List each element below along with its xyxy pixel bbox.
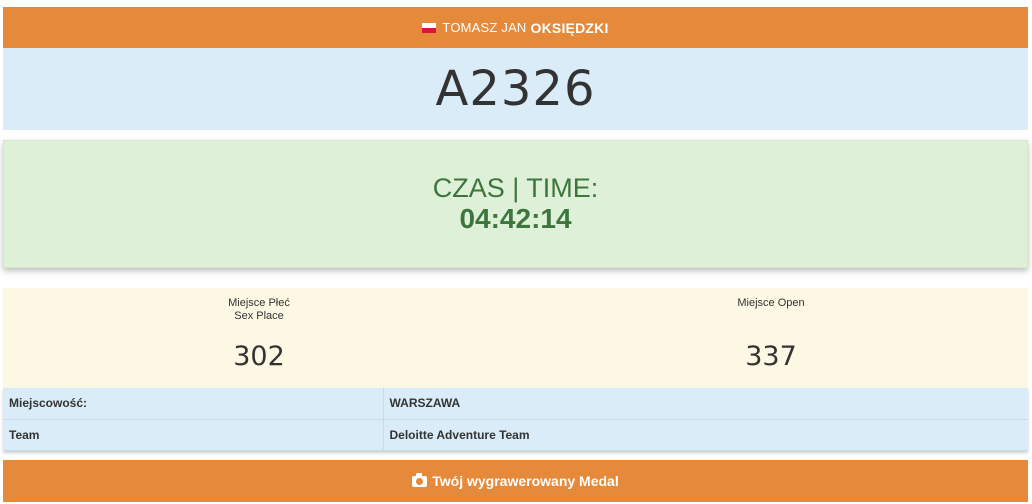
table-row: Miejscowość: WARSZAWA — [3, 388, 1028, 420]
open-place-label-text: Miejsce Open — [737, 297, 805, 309]
city-label: Miejscowość: — [3, 388, 384, 420]
camera-icon — [412, 472, 428, 487]
sex-place-label-pl: Miejsce Płeć — [228, 297, 290, 309]
time-label: CZAS | TIME: — [432, 173, 599, 203]
sex-place: Miejsce Płeć Sex Place 302 — [3, 288, 515, 372]
medal-button-label: Twój wygrawerowany Medal — [432, 473, 619, 489]
team-label: Team — [3, 419, 384, 451]
athlete-name-header: TOMASZ JAN OKSIĘDZKI — [3, 7, 1028, 48]
places-panel: Miejsce Płeć Sex Place 302 Miejsce Open … — [3, 288, 1028, 388]
engraved-medal-button[interactable]: Twój wygrawerowany Medal — [3, 460, 1028, 502]
time-value: 04:42:14 — [459, 203, 572, 234]
city-value: WARSZAWA — [383, 388, 1028, 420]
athlete-last-name: OKSIĘDZKI — [530, 19, 609, 36]
sex-place-label: Miejsce Płeć Sex Place — [3, 288, 515, 334]
table-row: Team Deloitte Adventure Team — [3, 419, 1028, 451]
athlete-first-name: TOMASZ JAN — [442, 20, 527, 35]
sex-place-value: 302 — [233, 341, 285, 372]
finish-time-panel: CZAS | TIME: 04:42:14 — [3, 140, 1028, 268]
open-place: Miejsce Open 337 — [515, 288, 1027, 372]
athlete-info-table: Miejscowość: WARSZAWA Team Deloitte Adve… — [3, 388, 1028, 451]
open-place-value: 337 — [745, 341, 797, 372]
bib-number: A2326 — [3, 48, 1028, 130]
flag-poland-icon — [422, 22, 437, 33]
team-value: Deloitte Adventure Team — [383, 419, 1028, 451]
open-place-label: Miejsce Open — [515, 288, 1027, 334]
sex-place-label-en: Sex Place — [234, 310, 284, 322]
